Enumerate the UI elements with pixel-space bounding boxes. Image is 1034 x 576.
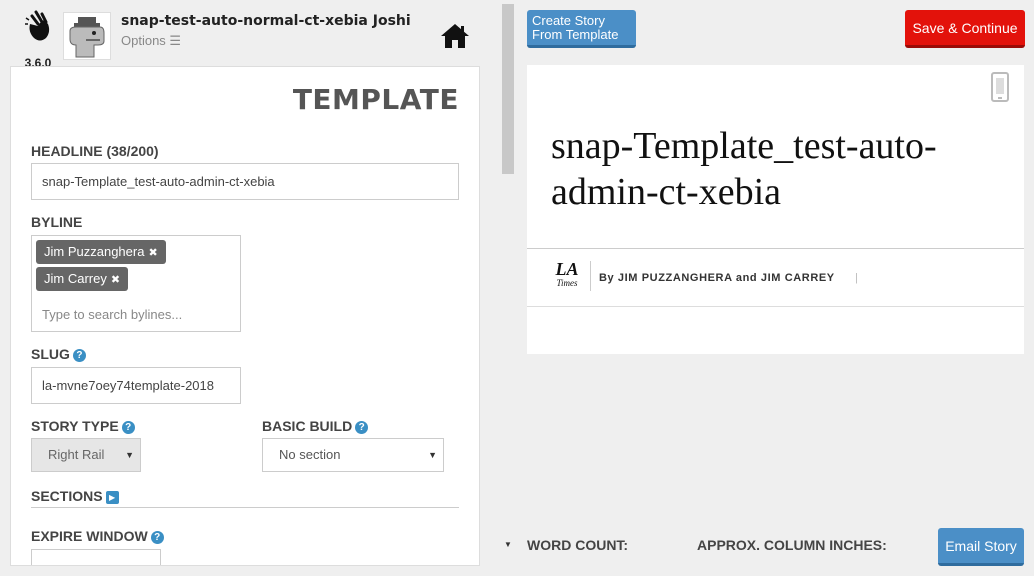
chevron-down-icon: ▼ — [125, 450, 134, 460]
snap-fingers-icon — [25, 10, 50, 41]
options-menu[interactable]: Options ☰ — [121, 33, 181, 49]
preview-byline: By JIM PUZZANGHERA and JIM CARREY — [599, 272, 835, 284]
mobile-icon[interactable] — [991, 72, 1009, 102]
help-icon[interactable]: ? — [121, 421, 135, 434]
word-count-label: WORD COUNT: — [527, 537, 629, 553]
byline-tag[interactable]: Jim Carrey ✖ — [36, 267, 129, 291]
save-continue-button[interactable]: Save & Continue — [905, 10, 1025, 48]
la-times-logo: LA Times — [555, 259, 579, 288]
help-icon[interactable]: ? — [72, 349, 86, 362]
divider — [590, 261, 591, 291]
byline-tag[interactable]: Jim Puzzanghera ✖ — [36, 240, 166, 264]
story-type-select[interactable]: Right Rail ▼ — [31, 438, 141, 472]
template-form-panel: TEMPLATE HEADLINE (38/200) snap-Template… — [10, 66, 480, 566]
scrollbar-thumb[interactable] — [502, 4, 514, 174]
story-preview: snap-Template_test-auto-admin-ct-xebia L… — [527, 65, 1024, 354]
remove-tag-icon[interactable]: ✖ — [111, 274, 120, 286]
help-icon[interactable]: ? — [355, 421, 369, 434]
headline-input[interactable]: snap-Template_test-auto-admin-ct-xebia — [31, 163, 459, 200]
expire-window-input[interactable] — [31, 549, 161, 565]
user-title: snap-test-auto-normal-ct-xebia Joshi — [121, 13, 411, 29]
divider — [31, 507, 459, 508]
remove-tag-icon[interactable]: ✖ — [148, 247, 157, 259]
sections-label[interactable]: SECTIONS ▶ — [31, 488, 119, 504]
basic-build-select[interactable]: No section ▼ — [262, 438, 444, 472]
story-type-label: STORY TYPE? — [31, 418, 135, 434]
slug-label: SLUG? — [31, 346, 86, 362]
dinosaur-avatar-icon — [69, 17, 105, 58]
column-inches-label: APPROX. COLUMN INCHES: — [697, 537, 887, 553]
basic-build-label: BASIC BUILD? — [262, 418, 369, 434]
headline-label: HEADLINE (38/200) — [31, 143, 159, 159]
divider — [527, 248, 1024, 249]
help-icon[interactable]: ? — [150, 531, 164, 544]
byline-label: BYLINE — [31, 214, 83, 230]
snap-logo[interactable]: 3.6.0 — [20, 10, 56, 70]
byline-field[interactable]: Jim Puzzanghera ✖ Jim Carrey ✖ Type to sea… — [31, 235, 241, 332]
preview-headline: snap-Template_test-auto-admin-ct-xebia — [551, 125, 937, 213]
app-header: 3.6.0 snap-test-auto-normal-ct-xebia Jos… — [0, 0, 490, 70]
home-icon[interactable] — [440, 22, 470, 50]
byline-separator: | — [855, 272, 858, 284]
email-story-button[interactable]: Email Story — [938, 528, 1024, 566]
slug-input[interactable]: la-mvne7oey74template-2018 — [31, 367, 241, 404]
divider — [527, 306, 1024, 307]
panel-title: TEMPLATE — [292, 83, 459, 116]
byline-search-input[interactable]: Type to search bylines... — [42, 307, 182, 322]
expand-icon[interactable]: ▶ — [105, 491, 119, 504]
expire-window-label: EXPIRE WINDOW? — [31, 528, 164, 544]
create-story-from-template-button[interactable]: Create Story From Template — [527, 10, 636, 48]
chevron-down-icon: ▼ — [428, 450, 437, 460]
avatar[interactable] — [63, 12, 111, 60]
scroll-down-arrow-icon[interactable]: ▼ — [502, 540, 514, 552]
